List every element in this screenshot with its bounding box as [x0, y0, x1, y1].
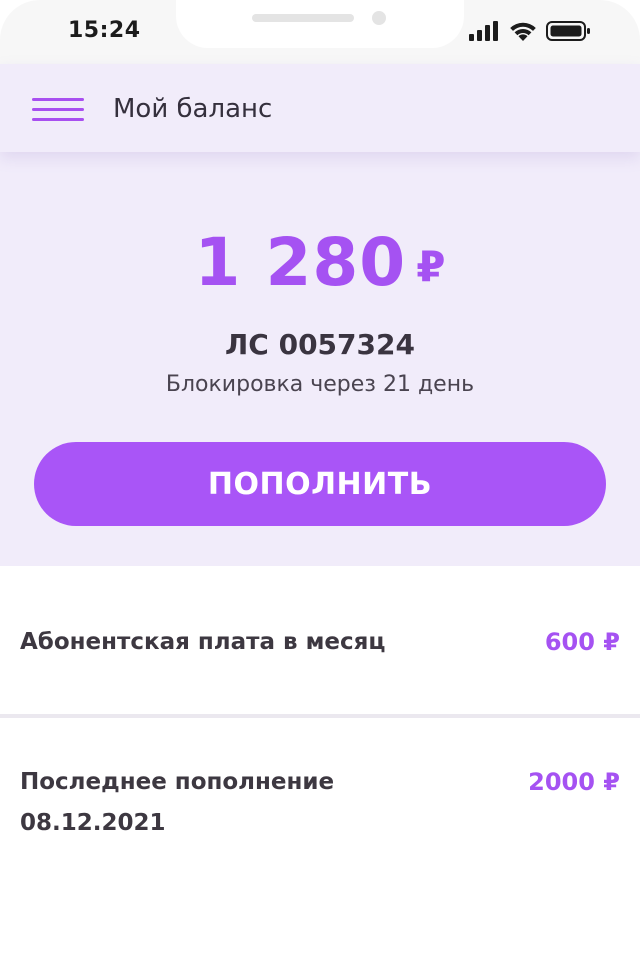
notch: [176, 0, 464, 48]
balance-amount: 1 280 ₽: [0, 224, 640, 301]
wifi-icon: [508, 20, 538, 42]
speaker-icon: [252, 14, 354, 22]
last-topup-value: 2000 ₽: [528, 768, 620, 796]
last-topup-label: Последнее пополнение: [20, 769, 335, 795]
battery-icon: [546, 20, 592, 42]
hamburger-menu-icon[interactable]: [32, 98, 84, 124]
monthly-fee-row: Абонентская плата в месяц 600 ₽: [0, 566, 640, 714]
last-topup-date: 08.12.2021: [20, 810, 166, 836]
balance-value: 1 280: [194, 224, 407, 301]
account-number: ЛС 0057324: [225, 328, 415, 361]
status-icons: [468, 20, 592, 48]
page-title: Мой баланс: [113, 94, 273, 124]
menu-line: [32, 108, 84, 111]
block-notice: Блокировка через 21 день: [165, 372, 475, 397]
signal-icon: [468, 20, 502, 42]
last-topup-label-group: Последнее пополнение 08.12.2021: [20, 762, 334, 844]
menu-line: [32, 118, 84, 121]
phone-screen: 15:24 Мой баланс 1 280 ₽ ЛС 0057324 Блок…: [0, 0, 640, 960]
menu-line: [32, 98, 84, 101]
status-bar: 15:24: [0, 0, 640, 64]
camera-icon: [372, 11, 386, 25]
monthly-fee-label: Абонентская плата в месяц: [20, 629, 386, 655]
last-topup-row: Последнее пополнение 08.12.2021 2000 ₽: [0, 718, 640, 918]
balance-panel: 1 280 ₽ ЛС 0057324 Блокировка через 21 де…: [0, 152, 640, 566]
app-header: Мой баланс: [0, 64, 640, 152]
currency-symbol: ₽: [416, 242, 446, 291]
topup-button[interactable]: ПОПОЛНИТЬ: [34, 442, 606, 526]
monthly-fee-value: 600 ₽: [544, 628, 620, 656]
status-time: 15:24: [68, 18, 141, 43]
